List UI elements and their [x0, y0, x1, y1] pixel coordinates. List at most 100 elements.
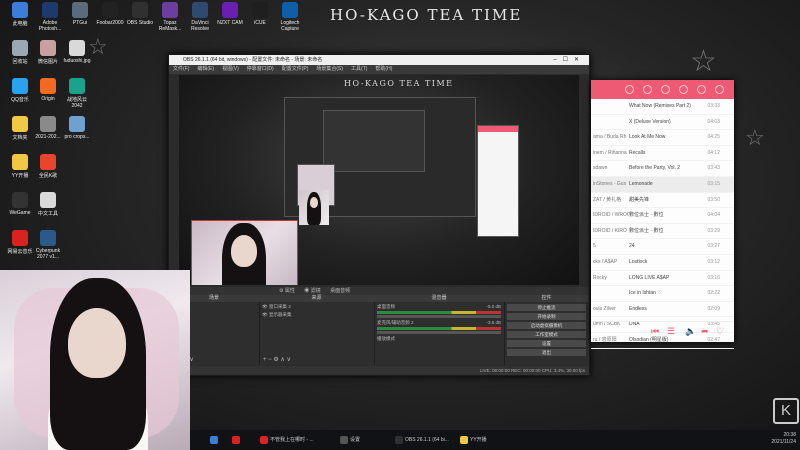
- desktop-icon[interactable]: OBS Studio: [125, 2, 155, 26]
- desktop-icon[interactable]: 文档夹: [5, 116, 35, 141]
- desktop-icon-label: pro crops...: [64, 134, 90, 140]
- desktop-icon[interactable]: pro crops...: [62, 116, 92, 140]
- taskbar-item[interactable]: [210, 435, 220, 445]
- list-icon[interactable]: ☰: [667, 326, 675, 337]
- taskbar-item[interactable]: 设置: [340, 435, 360, 445]
- desktop-icon[interactable]: 全民K歌: [33, 154, 63, 179]
- desktop-icon[interactable]: QQ音乐: [5, 78, 35, 103]
- track-row[interactable]: inem / Rihanna Recalls 04:12: [591, 146, 734, 162]
- desktop-icon[interactable]: NZXT CAM: [215, 2, 245, 26]
- track-row[interactable]: cks / A$AP Lostlock 03:12: [591, 255, 734, 271]
- desktop-icon[interactable]: Logitech Capture: [275, 2, 305, 32]
- properties-button[interactable]: ⚙ 属性: [279, 288, 295, 294]
- desktop-icon[interactable]: 网易云音乐: [5, 230, 35, 255]
- desktop-icon[interactable]: Adobe Photosh...: [35, 2, 65, 32]
- source-label: 显示器采集: [268, 312, 292, 317]
- taskbar-item[interactable]: 不管我上在哪时 - ...: [260, 435, 314, 445]
- taskbar-item[interactable]: YY开播: [460, 435, 487, 445]
- visibility-icon[interactable]: 👁: [262, 312, 269, 317]
- desktop-icon[interactable]: Origin: [33, 78, 63, 102]
- desktop-icon[interactable]: 回收站: [5, 40, 35, 65]
- taskbar-app-icon: [460, 435, 468, 444]
- obs-control-button[interactable]: 开始录制: [507, 313, 586, 320]
- taskbar-item[interactable]: [232, 435, 242, 445]
- taskbar-item[interactable]: OBS 26.1.1 (64 bi...: [395, 435, 449, 445]
- desktop-icon[interactable]: WeGame: [5, 192, 35, 216]
- desktop-icon[interactable]: 中文工具: [33, 192, 63, 217]
- obs-menu-item[interactable]: 工具(T): [351, 66, 367, 72]
- prev-icon[interactable]: ⏮: [651, 326, 659, 337]
- desktop-icon[interactable]: iCUE: [245, 2, 275, 26]
- desktop-icon[interactable]: 战地风云 2042: [62, 78, 92, 109]
- player-icon[interactable]: [643, 85, 652, 94]
- filters-button[interactable]: ◉ 滤镜: [304, 288, 320, 294]
- visibility-icon[interactable]: 👁: [262, 304, 269, 309]
- source-item[interactable]: 👁 显示器采集: [262, 312, 371, 318]
- track-row[interactable]: Rocky LONG LIVE A$AP 03:16: [591, 271, 734, 287]
- desktop-icon[interactable]: 微信图片: [33, 40, 63, 65]
- track-row[interactable]: What Now (Remixes Part 2) 03:33: [591, 99, 734, 115]
- desktop-icon[interactable]: Topaz ReMask...: [155, 2, 185, 32]
- obs-menubar[interactable]: 文件(F) 编辑(E) 视图(V) 停靠窗口(D) 配置文件(P) 场景集合(S) 工具(T…: [169, 65, 589, 74]
- mixer-extra-label: 播放模式: [377, 336, 395, 341]
- obs-control-button[interactable]: 工作室模式: [507, 331, 586, 338]
- desktop-icon[interactable]: YY开播: [5, 154, 35, 179]
- track-row[interactable]: ZAT / 黄礼格 甜美先锋 03:50: [591, 193, 734, 209]
- star-decoration-icon: ☆: [690, 45, 717, 78]
- obs-titlebar[interactable]: OBS 26.1.1 (64 bit, windows) - 配置文件: 未命名…: [169, 55, 589, 65]
- track-row[interactable]: X (Deluxe Version) 04:03: [591, 115, 734, 131]
- track-row[interactable]: IDROID / WROC 數位派士 · 數位 04:04: [591, 208, 734, 224]
- volume-slider[interactable]: [377, 315, 501, 318]
- track-artist: ZAT / 黄礼格: [593, 196, 622, 203]
- like-icon[interactable]: ♡: [716, 326, 724, 337]
- desktop-icon[interactable]: Cyberpunk 2077 v1...: [33, 230, 63, 260]
- player-icon[interactable]: [661, 85, 670, 94]
- track-row[interactable]: sdawn Before the Party, Vol. 2 03:43: [591, 161, 734, 177]
- obs-menu-item[interactable]: 配置文件(P): [282, 66, 309, 72]
- desktop-icon[interactable]: fuduoshi.jpg: [62, 40, 92, 64]
- desktop-icon[interactable]: DaVinci Resolve: [185, 2, 215, 32]
- source-add-remove[interactable]: + − ⚙ ∧ ∨: [263, 356, 291, 363]
- track-row[interactable]: ouis Zilver Endless 02:09: [591, 302, 734, 318]
- desktop-icon[interactable]: 此电脑: [5, 2, 35, 27]
- player-icon[interactable]: [715, 85, 724, 94]
- track-row[interactable]: ama / Buda Rh Look At Me Now 04:25: [591, 130, 734, 146]
- share-icon[interactable]: ➦: [701, 326, 709, 337]
- desktop-audio-button[interactable]: 桌面音频: [330, 288, 350, 294]
- track-row[interactable]: IDROID / KIRO 數位派士 · 數位 03:29: [591, 224, 734, 240]
- preview-webcam-source[interactable]: [191, 220, 298, 285]
- music-player-window[interactable]: What Now (Remixes Part 2) 03:33 X (Deluxe …: [591, 80, 734, 349]
- track-row[interactable]: 5 24 03:27: [591, 239, 734, 255]
- track-title: Before the Party, Vol. 2: [629, 165, 681, 172]
- desktop-icon[interactable]: Foobar2000: [95, 2, 125, 26]
- obs-preview[interactable]: HO-KAGO TEA TIME: [179, 75, 579, 285]
- desktop-icon[interactable]: 2021-202...: [33, 116, 63, 140]
- volume-slider[interactable]: [377, 331, 501, 334]
- obs-menu-item[interactable]: 停靠窗口(D): [247, 66, 274, 72]
- obs-control-button[interactable]: 停止推流: [507, 304, 586, 311]
- taskbar-app-icon: [340, 435, 348, 444]
- obs-menu-item[interactable]: 帮助(H): [375, 66, 392, 72]
- obs-menu-item[interactable]: 文件(F): [173, 66, 189, 72]
- obs-control-button[interactable]: 退出: [507, 349, 586, 356]
- obs-control-button[interactable]: 设置: [507, 340, 586, 347]
- track-title: Lostlock: [629, 258, 648, 265]
- obs-control-button[interactable]: 启动虚拟摄像机: [507, 322, 586, 329]
- obs-menu-item[interactable]: 视图(V): [222, 66, 239, 72]
- system-clock[interactable]: 20:38 2021/11/24: [771, 432, 796, 446]
- player-icon[interactable]: [697, 85, 706, 94]
- k-app-icon[interactable]: K: [773, 398, 799, 424]
- app-icon: [69, 40, 85, 56]
- obs-menu-item[interactable]: 编辑(E): [197, 66, 214, 72]
- volume-icon[interactable]: 🔈: [685, 326, 696, 337]
- music-player-header[interactable]: [591, 80, 734, 99]
- obs-menu-item[interactable]: 场景集合(S): [316, 66, 343, 72]
- player-icon[interactable]: [679, 85, 688, 94]
- player-icon[interactable]: [625, 85, 634, 94]
- window-controls[interactable]: –☐✕: [553, 55, 585, 65]
- source-item[interactable]: 👁 窗口采集 2: [262, 304, 371, 310]
- desktop-icon[interactable]: PTGui: [65, 2, 95, 26]
- track-row[interactable]: inStones - Gus Lemonade 03:15: [591, 176, 734, 193]
- track-row[interactable]: Ice in Ishtan ♡ 02:22: [591, 286, 734, 302]
- obs-window[interactable]: OBS 26.1.1 (64 bit, windows) - 配置文件: 未命名…: [168, 54, 590, 376]
